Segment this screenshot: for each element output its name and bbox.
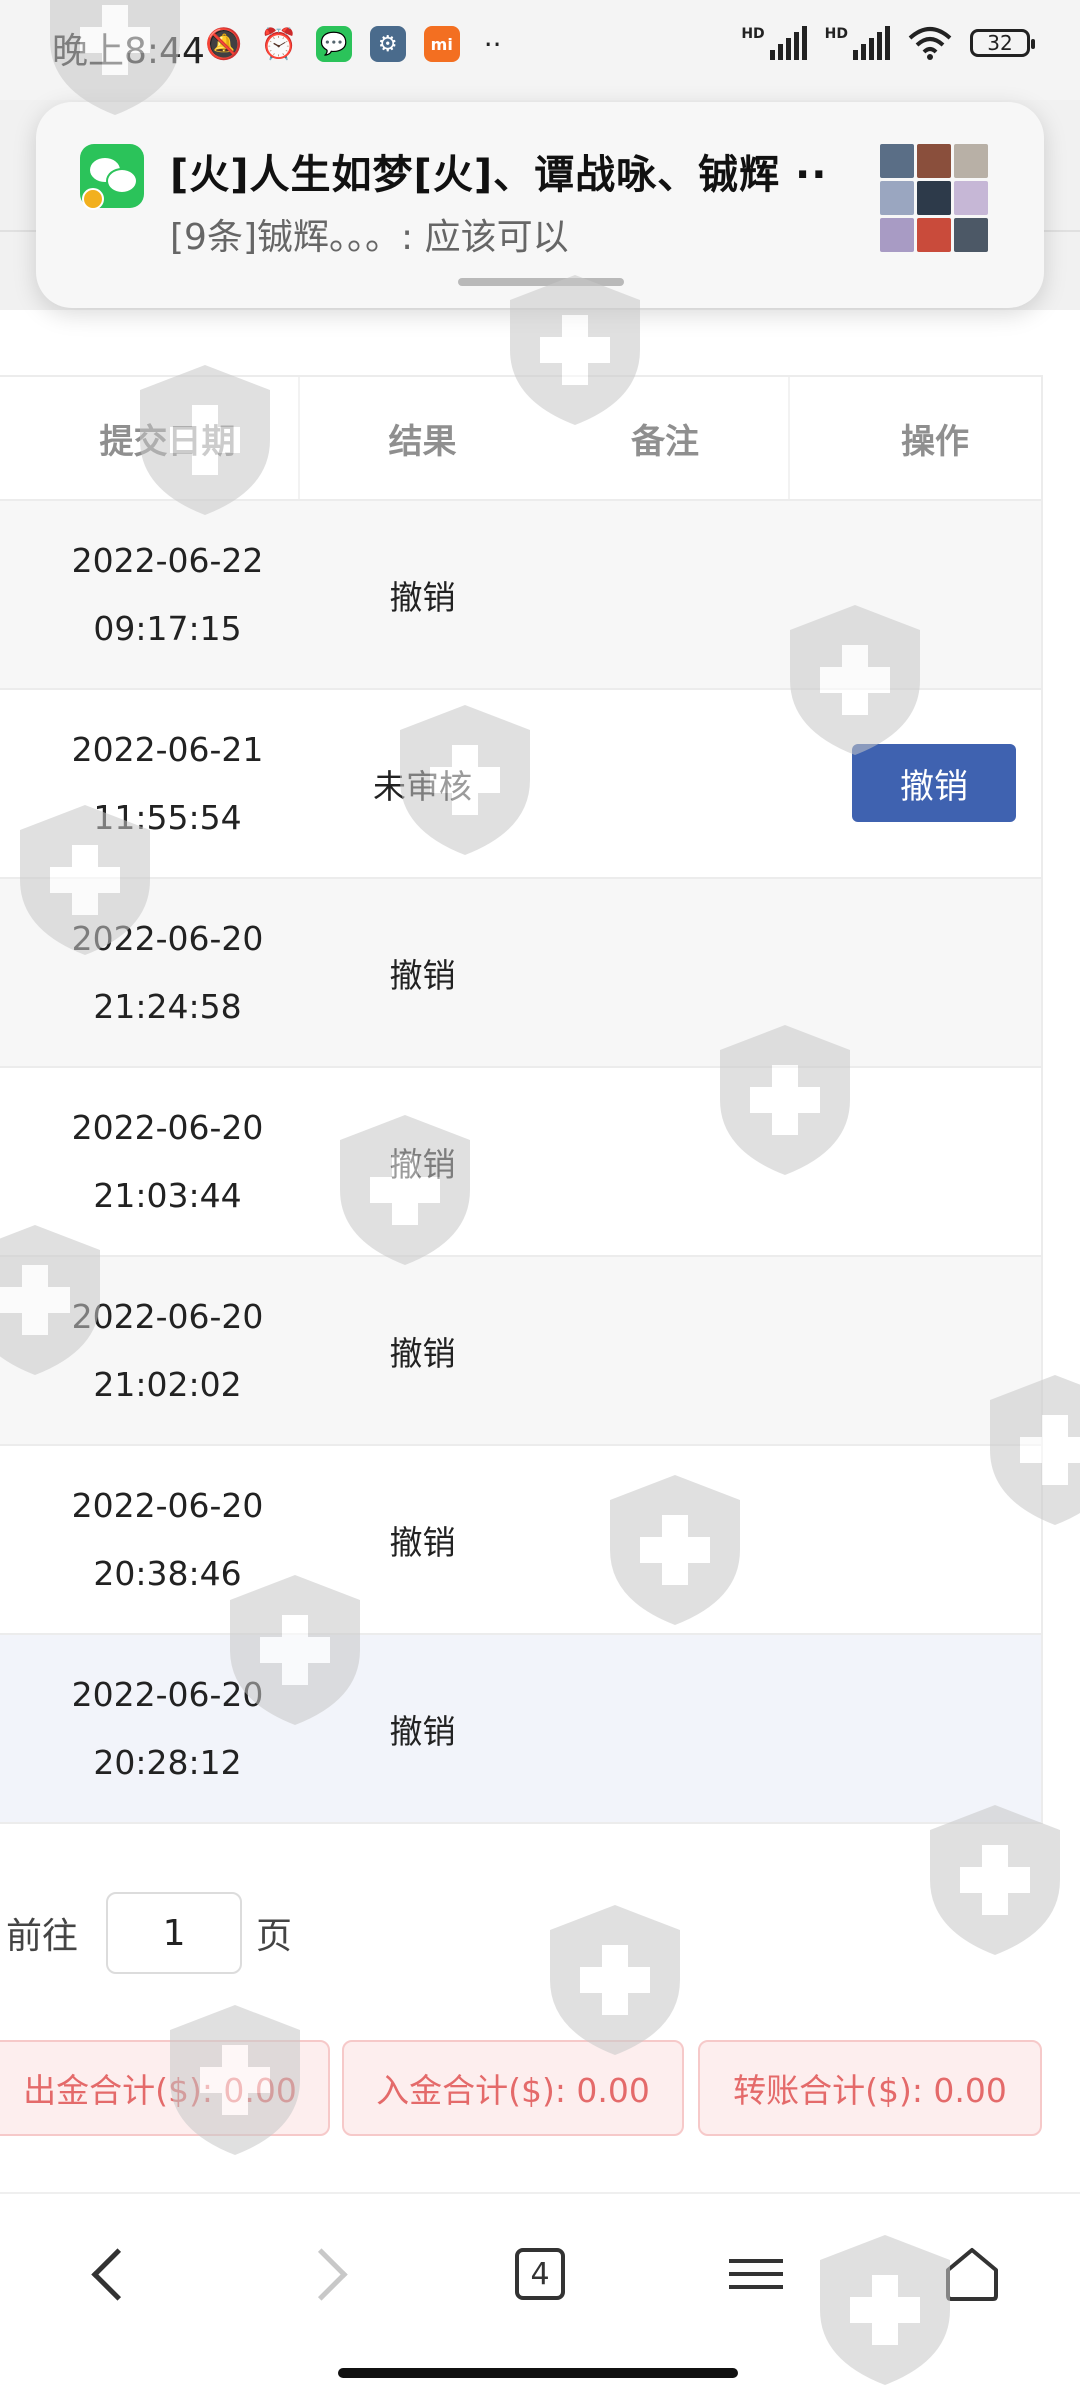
- table-row: 2022-06-22 09:17:15 撤销: [0, 501, 1041, 690]
- more-notifications-icon: ··: [483, 27, 502, 61]
- status-time: 晚上8:44: [52, 31, 205, 72]
- notification-text: [9条]铖辉。。。: 应该可以: [170, 217, 569, 258]
- battery-level: 32: [987, 31, 1013, 55]
- wechat-status-icon: 💬: [315, 26, 352, 62]
- transfer-total-badge: 转账合计($): 0.00: [698, 2040, 1042, 2136]
- battery-icon: 32: [970, 29, 1035, 57]
- date-cell: 2022-06-20 20:38:46: [71, 1485, 264, 1593]
- date-cell: 2022-06-21 11:55:54: [71, 729, 264, 837]
- notification-banner[interactable]: [火]人生如梦[火]、谭战咏、铖辉 ·· [9条]铖辉。。。: 应该可以: [36, 102, 1044, 308]
- result-cell: 撤销: [389, 955, 456, 995]
- mi-status-icon: mi: [423, 26, 460, 62]
- date-cell: 2022-06-20 20:28:12: [71, 1674, 264, 1782]
- tabs-button[interactable]: 4: [500, 2234, 580, 2314]
- result-cell: 撤销: [389, 577, 456, 617]
- result-cell: 未审核: [373, 766, 472, 806]
- signal-hd-icon-2: HD: [825, 26, 890, 60]
- gesture-home-indicator[interactable]: [338, 2368, 738, 2378]
- forward-button[interactable]: [288, 2234, 368, 2314]
- table-row: 2022-06-20 21:24:58 撤销: [0, 879, 1041, 1068]
- withdraw-total-badge: 出金合计($): 0.00: [0, 2040, 330, 2136]
- result-cell: 撤销: [389, 1144, 456, 1184]
- wechat-icon: [80, 144, 144, 210]
- group-avatar: [880, 144, 988, 252]
- date-cell: 2022-06-20 21:03:44: [71, 1107, 264, 1215]
- revoke-button[interactable]: 撤销: [852, 744, 1016, 822]
- notification-drag-handle[interactable]: [458, 278, 624, 286]
- menu-button[interactable]: [716, 2234, 796, 2314]
- menu-icon: [729, 2250, 783, 2298]
- chevron-right-icon: [294, 2247, 348, 2301]
- status-notification-icons: 🔕 ⏰ 💬 ⚙ mi ··: [205, 26, 502, 62]
- status-system-icons: HD HD 32: [741, 26, 1035, 60]
- totals-bar: 出金合计($): 0.00 入金合计($): 0.00 转账合计($): 0.0…: [0, 2040, 1080, 2136]
- table-row: 2022-06-21 11:55:54 未审核 撤销: [0, 690, 1041, 879]
- header-result: 结果: [388, 421, 457, 462]
- tabs-count-icon: 4: [515, 2248, 565, 2300]
- header-submit-date: 提交日期: [99, 421, 236, 462]
- table-row: 2022-06-20 20:28:12 撤销: [0, 1635, 1041, 1822]
- watermark-shield-icon: [930, 1805, 1060, 1955]
- date-cell: 2022-06-20 21:24:58: [71, 918, 264, 1026]
- signal-hd-icon-1: HD: [741, 26, 807, 60]
- wifi-icon: [908, 27, 952, 60]
- date-cell: 2022-06-20 21:02:02: [71, 1296, 264, 1404]
- back-button[interactable]: [70, 2234, 150, 2314]
- result-cell: 撤销: [389, 1522, 456, 1562]
- deposit-total-badge: 入金合计($): 0.00: [342, 2040, 684, 2136]
- home-button[interactable]: [932, 2234, 1012, 2314]
- goto-suffix: 页: [256, 1916, 293, 1957]
- page-number-input[interactable]: 1: [106, 1892, 243, 1974]
- goto-prefix: 前往: [6, 1916, 79, 1957]
- records-table: 提交日期 结果 备注 操作 2022-06-22 09:17:15 撤销 2022…: [0, 375, 1043, 1824]
- watermark-shield-icon: [550, 1905, 680, 2055]
- mute-icon: 🔕: [205, 26, 243, 62]
- alarm-icon: ⏰: [260, 26, 298, 62]
- result-cell: 撤销: [389, 1711, 456, 1751]
- notification-title: [火]人生如梦[火]、谭战咏、铖辉 ··: [170, 152, 828, 198]
- date-cell: 2022-06-22 09:17:15: [71, 540, 264, 648]
- status-bar: 晚上8:44 🔕 ⏰ 💬 ⚙ mi ·· HD HD 32: [0, 0, 1080, 100]
- chevron-left-icon: [90, 2247, 144, 2301]
- header-action: 操作: [901, 421, 969, 462]
- header-remark: 备注: [631, 421, 699, 462]
- table-row: 2022-06-20 21:03:44 撤销: [0, 1068, 1041, 1257]
- home-icon: [946, 2248, 998, 2301]
- pagination-goto: 前往 1 页: [6, 1892, 292, 1974]
- result-cell: 撤销: [389, 1333, 456, 1373]
- table-row: 2022-06-20 20:38:46 撤销: [0, 1446, 1041, 1635]
- settings-status-icon: ⚙: [369, 26, 406, 62]
- table-header: 提交日期 结果 备注 操作: [0, 377, 1041, 501]
- table-row: 2022-06-20 21:02:02 撤销: [0, 1257, 1041, 1446]
